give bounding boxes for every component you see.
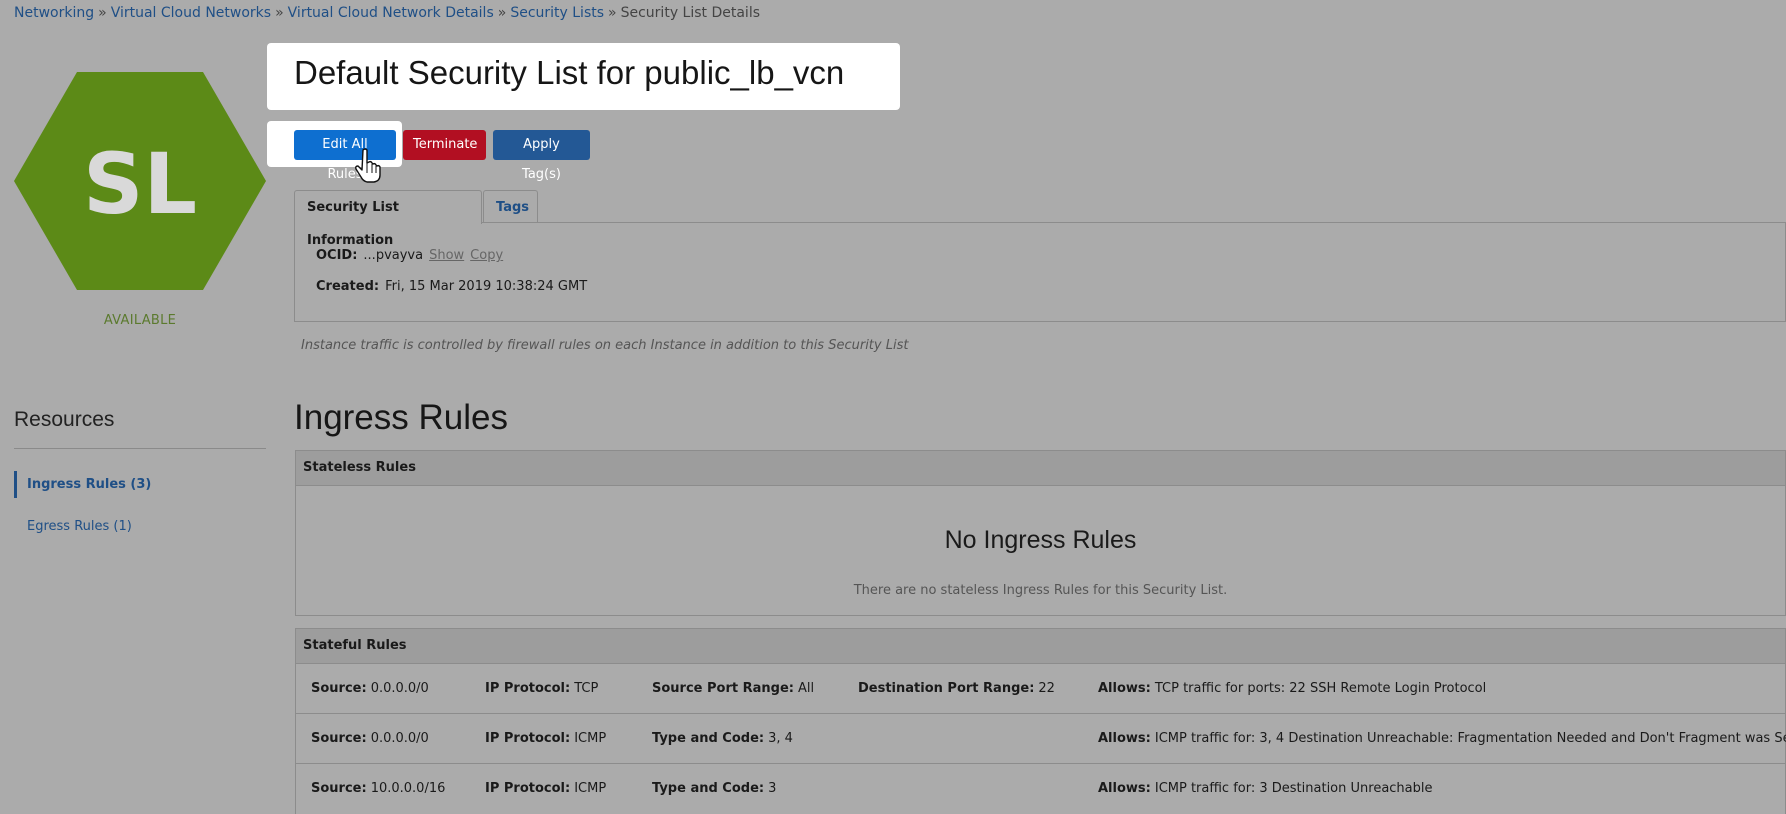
breadcrumb-separator: » bbox=[608, 5, 617, 21]
source-cell: Source: 0.0.0.0/0 bbox=[311, 714, 429, 763]
allows-label: Allows: bbox=[1098, 781, 1151, 796]
breadcrumb-current: Security List Details bbox=[620, 5, 761, 21]
breadcrumb-networking[interactable]: Networking bbox=[14, 5, 94, 21]
destination-port-value: 22 bbox=[1038, 681, 1055, 696]
type-code-value: 3 bbox=[768, 781, 777, 796]
tab-tags[interactable]: Tags bbox=[483, 190, 538, 223]
type-code-label: Type and Code: bbox=[652, 731, 765, 746]
stateful-rules-header: Stateful Rules bbox=[296, 629, 1785, 664]
protocol-cell: IP Protocol: TCP bbox=[485, 664, 598, 713]
allows-label: Allows: bbox=[1098, 681, 1151, 696]
allows-value: TCP traffic for ports: 22 SSH Remote Log… bbox=[1154, 681, 1487, 696]
protocol-label: IP Protocol: bbox=[485, 731, 571, 746]
source-label: Source: bbox=[311, 781, 367, 796]
stateful-rules-panel: Stateful Rules Source: 0.0.0.0/0 IP Proto… bbox=[295, 628, 1786, 814]
source-value: 10.0.0.0/16 bbox=[370, 781, 446, 796]
table-row: Source: 10.0.0.0/16 IP Protocol: ICMP Type… bbox=[296, 764, 1785, 813]
created-value: Fri, 15 Mar 2019 10:38:24 GMT bbox=[385, 279, 588, 294]
source-port-cell: Source Port Range: All bbox=[652, 664, 814, 713]
ocid-row: OCID: ...pvayva Show Copy bbox=[316, 248, 503, 263]
empty-state-title: No Ingress Rules bbox=[944, 526, 1137, 554]
type-code-cell: Type and Code: 3 bbox=[652, 764, 776, 813]
badge-text: SL bbox=[83, 135, 197, 233]
source-value: 0.0.0.0/0 bbox=[370, 731, 429, 746]
destination-port-label: Destination Port Range: bbox=[858, 681, 1035, 696]
sidebar-item-ingress-rules[interactable]: Ingress Rules (3) bbox=[14, 471, 257, 498]
allows-cell: Allows: ICMP traffic for: 3 Destination U… bbox=[1098, 764, 1433, 813]
allows-cell: Allows: TCP traffic for ports: 22 SSH Rem… bbox=[1098, 664, 1486, 713]
breadcrumb-vcns[interactable]: Virtual Cloud Networks bbox=[111, 5, 271, 21]
sidebar-item-egress-rules[interactable]: Egress Rules (1) bbox=[14, 513, 257, 540]
protocol-cell: IP Protocol: ICMP bbox=[485, 764, 606, 813]
breadcrumb-separator: » bbox=[497, 5, 507, 21]
allows-cell: Allows: ICMP traffic for: 3, 4 Destinatio… bbox=[1098, 714, 1786, 763]
terminate-button[interactable]: Terminate bbox=[403, 130, 486, 160]
source-port-label: Source Port Range: bbox=[652, 681, 794, 696]
breadcrumb-vcn-details[interactable]: Virtual Cloud Network Details bbox=[288, 5, 494, 21]
destination-port-cell: Destination Port Range: 22 bbox=[858, 664, 1055, 713]
security-list-badge-icon: SL bbox=[14, 72, 266, 290]
stateless-rules-header: Stateless Rules bbox=[296, 451, 1785, 486]
information-panel bbox=[294, 222, 1786, 322]
page-title: Default Security List for public_lb_vcn bbox=[294, 54, 845, 91]
source-cell: Source: 10.0.0.0/16 bbox=[311, 764, 445, 813]
hand-cursor-icon bbox=[355, 148, 381, 183]
allows-value: ICMP traffic for: 3 Destination Unreacha… bbox=[1154, 781, 1433, 796]
copy-ocid-link[interactable]: Copy bbox=[470, 248, 503, 263]
breadcrumb: Networking» Virtual Cloud Networks» Virtua… bbox=[14, 5, 760, 21]
protocol-value: ICMP bbox=[574, 781, 607, 796]
breadcrumb-separator: » bbox=[275, 5, 284, 21]
type-code-value: 3, 4 bbox=[768, 731, 793, 746]
ocid-label: OCID: bbox=[316, 248, 358, 263]
protocol-label: IP Protocol: bbox=[485, 681, 571, 696]
resources-title: Resources bbox=[14, 408, 115, 431]
breadcrumb-separator: » bbox=[98, 5, 107, 21]
empty-state-message: There are no stateless Ingress Rules for… bbox=[853, 583, 1228, 598]
stateless-rules-panel: Stateless Rules No Ingress Rules There a… bbox=[295, 450, 1786, 616]
protocol-cell: IP Protocol: ICMP bbox=[485, 714, 606, 763]
protocol-value: ICMP bbox=[574, 731, 607, 746]
protocol-label: IP Protocol: bbox=[485, 781, 571, 796]
protocol-value: TCP bbox=[574, 681, 599, 696]
source-value: 0.0.0.0/0 bbox=[370, 681, 429, 696]
source-cell: Source: 0.0.0.0/0 bbox=[311, 664, 429, 713]
tab-security-list-information[interactable]: Security List Information bbox=[294, 190, 482, 248]
created-label: Created: bbox=[316, 279, 380, 294]
show-ocid-link[interactable]: Show bbox=[429, 248, 464, 263]
allows-value: ICMP traffic for: 3, 4 Destination Unrea… bbox=[1154, 731, 1786, 746]
table-row: Source: 0.0.0.0/0 IP Protocol: ICMP Type a… bbox=[296, 714, 1786, 764]
allows-label: Allows: bbox=[1098, 731, 1151, 746]
source-port-value: All bbox=[797, 681, 815, 696]
firewall-note: Instance traffic is controlled by firewa… bbox=[301, 338, 909, 353]
source-label: Source: bbox=[311, 681, 367, 696]
type-code-cell: Type and Code: 3, 4 bbox=[652, 714, 793, 763]
table-row: Source: 0.0.0.0/0 IP Protocol: TCP Source … bbox=[296, 664, 1785, 714]
created-row: Created: Fri, 15 Mar 2019 10:38:24 GMT bbox=[316, 279, 587, 294]
breadcrumb-security-lists[interactable]: Security Lists bbox=[510, 5, 604, 21]
status-label: AVAILABLE bbox=[103, 313, 177, 328]
source-label: Source: bbox=[311, 731, 367, 746]
type-code-label: Type and Code: bbox=[652, 781, 765, 796]
ocid-value: ...pvayva bbox=[363, 248, 424, 263]
ingress-rules-heading: Ingress Rules bbox=[294, 398, 508, 437]
apply-tags-button[interactable]: Apply Tag(s) bbox=[493, 130, 590, 182]
resources-divider bbox=[14, 448, 266, 449]
